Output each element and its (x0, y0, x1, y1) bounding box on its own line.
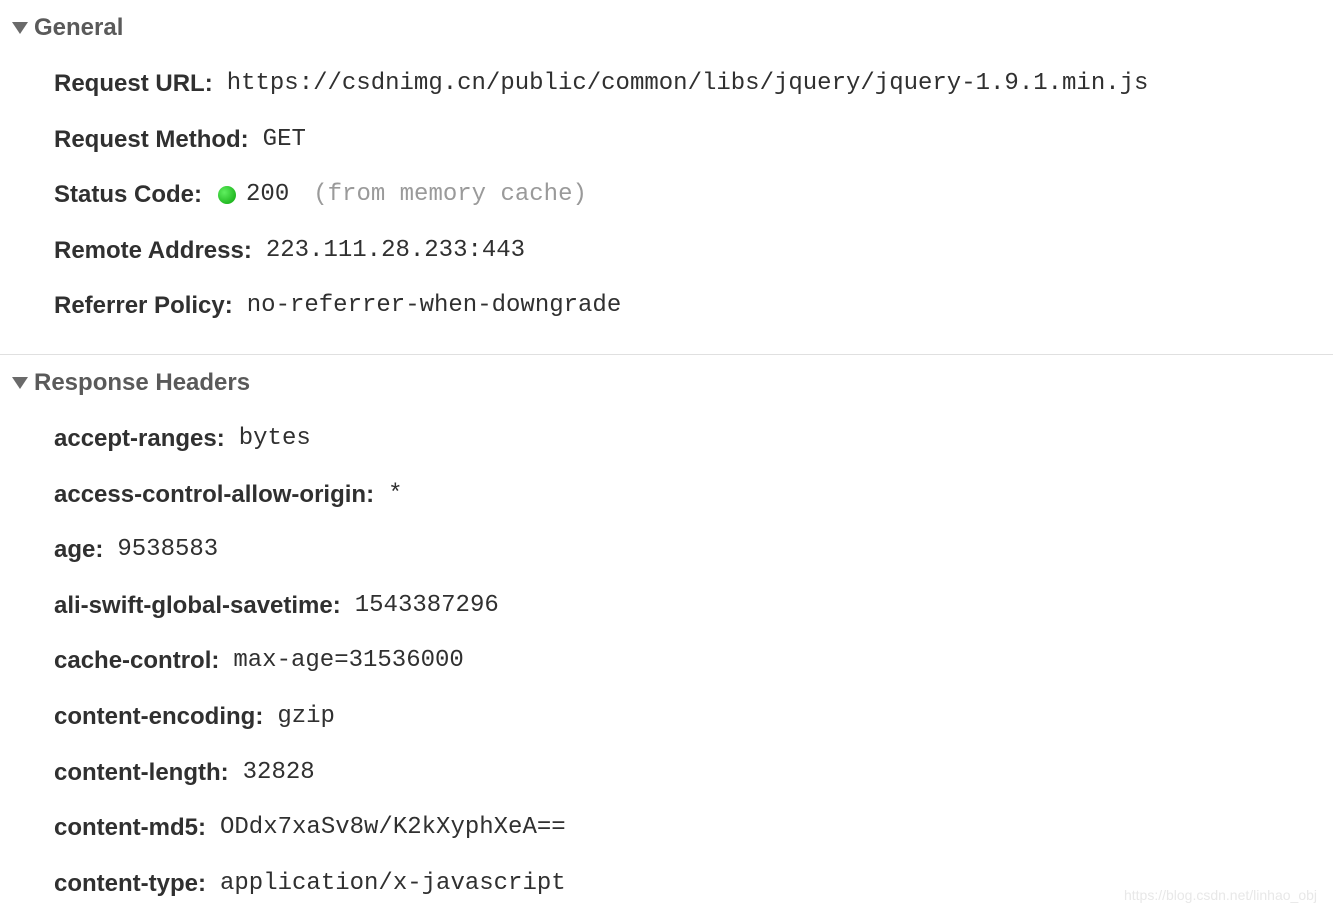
response-headers-section: Response Headers accept-ranges: bytes ac… (0, 355, 1333, 919)
header-label: Request URL (54, 67, 205, 101)
header-label: Referrer Policy (54, 289, 225, 323)
header-row: content-length: 32828 (54, 745, 1333, 801)
header-value: bytes (239, 422, 311, 456)
header-row: ali-swift-global-savetime: 1543387296 (54, 578, 1333, 634)
general-section: General Request URL: https://csdnimg.cn/… (0, 0, 1333, 342)
header-row-request-url: Request URL: https://csdnimg.cn/public/c… (54, 56, 1333, 112)
header-row-request-method: Request Method: GET (54, 112, 1333, 168)
header-value: https://csdnimg.cn/public/common/libs/jq… (227, 67, 1149, 101)
header-row: accept-ranges: bytes (54, 411, 1333, 467)
header-value: 200 (246, 178, 289, 212)
response-headers-section-header[interactable]: Response Headers (0, 363, 1333, 403)
header-row: content-md5: ODdx7xaSv8w/K2kXyphXeA== (54, 800, 1333, 856)
header-value: 223.111.28.233:443 (266, 234, 525, 268)
header-row-remote-address: Remote Address: 223.111.28.233:443 (54, 223, 1333, 279)
colon: : (333, 589, 341, 623)
colon: : (198, 811, 206, 845)
header-row-status-code: Status Code: 200 (from memory cache) (54, 167, 1333, 223)
colon: : (211, 644, 219, 678)
colon: : (217, 422, 225, 456)
header-value: * (388, 478, 402, 512)
header-value: gzip (277, 700, 335, 734)
header-label: cache-control (54, 644, 211, 678)
colon: : (198, 867, 206, 901)
status-note: (from memory cache) (313, 178, 587, 212)
header-label: accept-ranges (54, 422, 217, 456)
header-row-referrer-policy: Referrer Policy: no-referrer-when-downgr… (54, 278, 1333, 334)
header-row: age: 9538583 (54, 522, 1333, 578)
header-value: max-age=31536000 (233, 644, 463, 678)
status-dot-icon (218, 186, 236, 204)
colon: : (205, 67, 213, 101)
colon: : (241, 123, 249, 157)
section-title: General (34, 14, 123, 42)
header-label: Status Code (54, 178, 194, 212)
header-value: application/x-javascript (220, 867, 566, 901)
chevron-down-icon (12, 22, 28, 34)
response-headers-item-list: accept-ranges: bytes access-control-allo… (0, 403, 1333, 911)
header-label: content-type (54, 867, 198, 901)
header-value: GET (263, 123, 306, 157)
header-label: content-length (54, 756, 221, 790)
general-section-header[interactable]: General (0, 8, 1333, 48)
chevron-down-icon (12, 377, 28, 389)
header-value: ODdx7xaSv8w/K2kXyphXeA== (220, 811, 566, 845)
colon: : (244, 234, 252, 268)
header-label: content-md5 (54, 811, 198, 845)
colon: : (255, 700, 263, 734)
header-row: content-encoding: gzip (54, 689, 1333, 745)
header-label: Remote Address (54, 234, 244, 268)
header-label: access-control-allow-origin (54, 478, 366, 512)
header-row: access-control-allow-origin: * (54, 467, 1333, 523)
header-value: 1543387296 (355, 589, 499, 623)
header-value: no-referrer-when-downgrade (247, 289, 621, 323)
colon: : (95, 533, 103, 567)
section-title: Response Headers (34, 369, 250, 397)
header-label: ali-swift-global-savetime (54, 589, 333, 623)
watermark: https://blog.csdn.net/linhao_obj (1124, 887, 1317, 903)
colon: : (221, 756, 229, 790)
general-item-list: Request URL: https://csdnimg.cn/public/c… (0, 48, 1333, 334)
header-label: content-encoding (54, 700, 255, 734)
colon: : (225, 289, 233, 323)
header-label: Request Method (54, 123, 241, 157)
colon: : (194, 178, 202, 212)
header-value: 32828 (243, 756, 315, 790)
header-row: cache-control: max-age=31536000 (54, 633, 1333, 689)
colon: : (366, 478, 374, 512)
header-label: age (54, 533, 95, 567)
header-value: 9538583 (117, 533, 218, 567)
